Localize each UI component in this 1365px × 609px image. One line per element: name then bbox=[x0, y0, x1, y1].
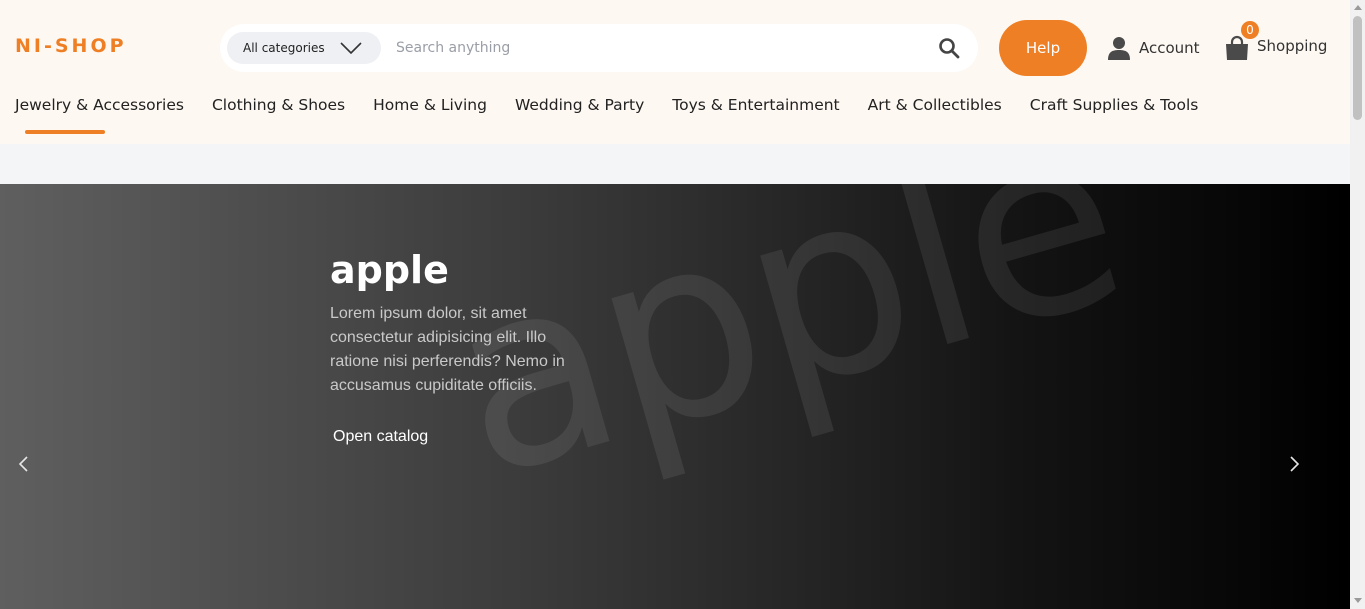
chevron-left-icon[interactable] bbox=[14, 454, 34, 474]
search-bar: All categories bbox=[220, 24, 978, 72]
scroll-up-arrow[interactable] bbox=[1354, 5, 1362, 10]
category-wedding-party[interactable]: Wedding & Party bbox=[515, 96, 644, 132]
page: NI-SHOP All categories Help Account bbox=[0, 0, 1365, 609]
scroll-down-arrow[interactable] bbox=[1354, 598, 1362, 603]
hero-description: Lorem ipsum dolor, sit amet consectetur … bbox=[330, 305, 565, 394]
chevron-right-icon[interactable] bbox=[1284, 454, 1304, 474]
category-select[interactable]: All categories bbox=[227, 32, 381, 64]
sub-bar bbox=[0, 144, 1350, 184]
chevron-down-icon bbox=[340, 42, 362, 55]
search-icon[interactable] bbox=[938, 37, 960, 59]
hero-title: apple bbox=[330, 248, 449, 292]
logo[interactable]: NI-SHOP bbox=[15, 35, 127, 57]
category-nav: Jewelry & Accessories Clothing & Shoes H… bbox=[15, 96, 1226, 134]
category-art-collectibles[interactable]: Art & Collectibles bbox=[868, 96, 1002, 132]
scrollbar[interactable] bbox=[1350, 0, 1365, 609]
category-toys-entertainment[interactable]: Toys & Entertainment bbox=[672, 96, 839, 132]
header: NI-SHOP All categories Help Account bbox=[0, 0, 1350, 144]
category-home-living[interactable]: Home & Living bbox=[373, 96, 487, 132]
category-jewelry-accessories[interactable]: Jewelry & Accessories bbox=[15, 96, 184, 134]
open-catalog-link[interactable]: Open catalog bbox=[333, 428, 428, 446]
scrollbar-thumb[interactable] bbox=[1353, 16, 1362, 120]
shopping-bag-icon bbox=[1226, 35, 1248, 60]
cart-label: Shopping bbox=[1257, 37, 1328, 55]
hero-carousel: apple apple Lorem ipsum dolor, sit amet … bbox=[0, 184, 1350, 609]
category-select-label: All categories bbox=[243, 41, 325, 55]
category-craft-supplies-tools[interactable]: Craft Supplies & Tools bbox=[1030, 96, 1199, 132]
account-link[interactable]: Account bbox=[1106, 34, 1200, 62]
user-icon bbox=[1108, 37, 1130, 60]
account-label: Account bbox=[1139, 39, 1200, 57]
search-input[interactable] bbox=[396, 36, 896, 60]
category-clothing-shoes[interactable]: Clothing & Shoes bbox=[212, 96, 345, 132]
help-button[interactable]: Help bbox=[999, 20, 1087, 76]
